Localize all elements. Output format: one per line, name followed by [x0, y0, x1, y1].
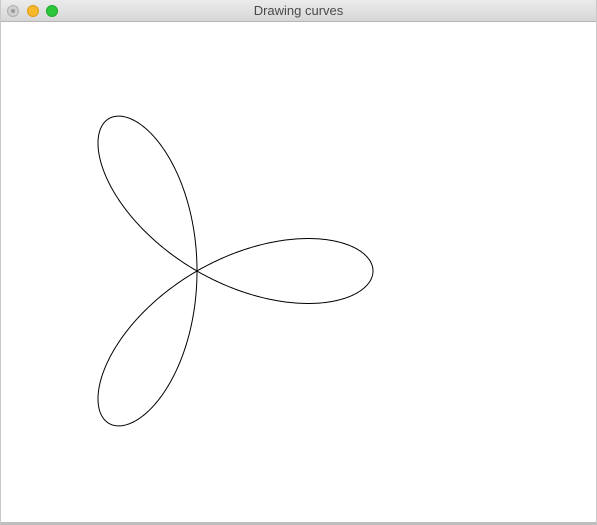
curve-svg: [97, 115, 374, 427]
rose-curve: [97, 115, 374, 427]
app-window: Drawing curves: [0, 0, 597, 525]
window-title: Drawing curves: [253, 3, 344, 18]
title-bar[interactable]: Drawing curves: [1, 0, 596, 22]
drawing-canvas: [1, 22, 596, 522]
